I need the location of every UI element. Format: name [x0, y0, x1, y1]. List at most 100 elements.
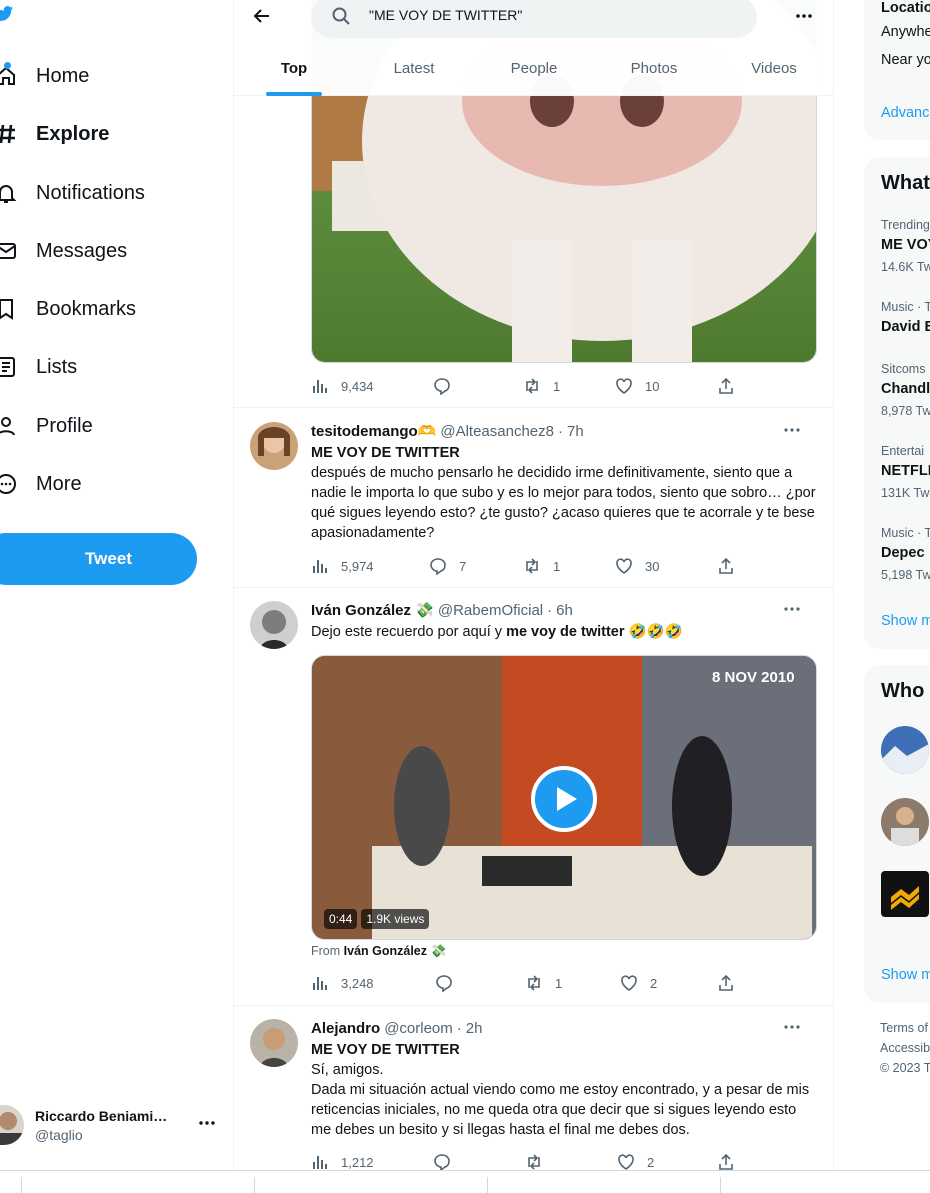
tweet-more-icon[interactable] [783, 421, 801, 439]
tweet-author-handle[interactable]: @RabemOficial [438, 602, 543, 619]
advanced-search-link[interactable]: Advanc [881, 105, 929, 121]
nav-bookmarks-label: Bookmarks [36, 297, 137, 320]
nav-messages[interactable]: Messages [0, 231, 127, 271]
account-more-icon[interactable] [198, 1114, 216, 1132]
notification-dot [4, 62, 11, 69]
views-count: 5,974 [341, 558, 374, 574]
tweet-timestamp[interactable]: 6h [556, 602, 573, 619]
share-button[interactable] [717, 974, 735, 992]
tweet-author-handle[interactable]: @Alteasanchez8 [440, 423, 554, 440]
tweet[interactable]: tesitodemango🫶 @Alteasanchez8 · 7h ME VO… [234, 409, 833, 588]
nav-more-label: More [36, 472, 82, 495]
views-button[interactable]: 3,248 [311, 974, 374, 992]
trend-count: 5,198 Tw [881, 568, 930, 582]
retweet-button[interactable]: 1 [523, 377, 560, 395]
like-button[interactable]: 2 [617, 1153, 654, 1171]
suggested-user-avatar[interactable] [881, 871, 929, 917]
like-button[interactable]: 10 [615, 377, 659, 395]
tweet[interactable]: Iván González 💸 @RabemOficial · 6h Dejo … [234, 589, 833, 1006]
play-button[interactable] [531, 766, 597, 832]
tweet-author-name[interactable]: tesitodemango🫶 [311, 422, 436, 440]
share-button[interactable] [717, 1153, 735, 1171]
like-count: 2 [647, 1154, 655, 1170]
trend-context: Sitcoms [881, 362, 926, 376]
retweet-button[interactable] [525, 1153, 555, 1171]
list-icon [0, 355, 18, 379]
tab-people[interactable]: People [474, 52, 594, 96]
reply-button[interactable] [433, 377, 463, 395]
nav-notifications[interactable]: Notifications [0, 173, 145, 213]
tab-photos[interactable]: Photos [594, 52, 714, 96]
retweet-button[interactable]: 1 [525, 974, 562, 992]
video-source-name[interactable]: Iván González 💸 [344, 944, 446, 958]
nav-home[interactable]: Home [0, 56, 89, 96]
retweet-icon [525, 974, 543, 992]
tweet-author-name[interactable]: Alejandro [311, 1020, 380, 1037]
tweet[interactable]: Alejandro @corleom · 2h ME VOY DE TWITTE… [234, 1007, 833, 1192]
footer-accessibility-link[interactable]: Accessib [880, 1041, 930, 1055]
nav-lists[interactable]: Lists [0, 347, 77, 387]
tab-videos[interactable]: Videos [714, 52, 833, 96]
tweet-actions: 3,248 1 2 [311, 974, 741, 994]
user-avatar[interactable] [250, 422, 298, 470]
nav-explore[interactable]: Explore [0, 114, 109, 154]
reply-button[interactable]: 7 [429, 557, 466, 575]
search-input[interactable]: "ME VOY DE TWITTER" [311, 0, 757, 38]
like-count: 10 [645, 378, 660, 394]
nav-profile-label: Profile [36, 414, 93, 437]
tweet-timestamp[interactable]: 7h [567, 423, 584, 440]
more-circle-icon [0, 472, 18, 496]
tweet-timestamp[interactable]: 2h [466, 1020, 483, 1037]
tab-top[interactable]: Top [234, 52, 354, 96]
nav-more[interactable]: More [0, 464, 82, 504]
views-button[interactable]: 5,974 [311, 557, 374, 575]
views-icon [311, 557, 329, 575]
share-button[interactable] [717, 557, 735, 575]
trend-context: Trending [881, 218, 930, 232]
nav-bookmarks[interactable]: Bookmarks [0, 289, 136, 329]
twitter-logo-icon[interactable] [0, 4, 14, 24]
retweet-button[interactable]: 1 [523, 557, 560, 575]
views-count: 1,212 [341, 1154, 374, 1170]
like-button[interactable]: 2 [620, 974, 657, 992]
nav-profile[interactable]: Profile [0, 406, 93, 446]
reply-button[interactable] [433, 1153, 463, 1171]
footer-terms-link[interactable]: Terms of [880, 1021, 928, 1035]
tweet-more-icon[interactable] [783, 600, 801, 618]
like-button[interactable]: 30 [615, 557, 659, 575]
who-to-follow-title: Who [881, 680, 925, 702]
tweet-title: ME VOY DE TWITTER [311, 445, 460, 461]
tweet-button[interactable]: Tweet [0, 533, 197, 585]
tweet-author-handle[interactable]: @corleom [384, 1020, 453, 1037]
trend-context: Music · T [881, 526, 930, 540]
trends-title: What [881, 172, 930, 194]
suggested-user-avatar[interactable] [881, 798, 929, 846]
suggested-user-avatar[interactable] [881, 726, 929, 774]
trend-name: ME VOY [881, 237, 930, 253]
location-near-you-option[interactable]: Near yo [881, 52, 930, 68]
user-avatar[interactable] [250, 1019, 298, 1067]
trends-show-more-link[interactable]: Show m [881, 613, 930, 629]
share-button[interactable] [717, 377, 735, 395]
bottom-divider [254, 1177, 255, 1193]
search-settings-more-icon[interactable] [794, 6, 814, 26]
back-arrow-icon[interactable] [252, 6, 272, 26]
tab-latest[interactable]: Latest [354, 52, 474, 96]
tweet-more-icon[interactable] [783, 1018, 801, 1036]
tweet-video[interactable]: 8 NOV 2010 0:44 1.9K views [311, 655, 817, 940]
tab-people-label: People [510, 60, 558, 77]
location-anywhere-option[interactable]: Anywhe [881, 24, 930, 40]
user-avatar[interactable] [250, 601, 298, 649]
tweet-time-separator: · [456, 1019, 462, 1037]
share-icon [717, 974, 735, 992]
tweet-actions: 5,974 7 1 30 [311, 557, 741, 577]
trend-name: Depec [881, 545, 925, 561]
reply-button[interactable] [435, 974, 465, 992]
account-switcher[interactable]: Riccardo Beniami… @taglio [0, 1102, 216, 1148]
tweet-author-name[interactable]: Iván González 💸 [311, 601, 434, 619]
views-button[interactable]: 9,434 [311, 377, 374, 395]
who-to-follow-show-more-link[interactable]: Show m [881, 967, 930, 983]
trend-count: 14.6K Tw [881, 260, 930, 274]
views-button[interactable]: 1,212 [311, 1153, 374, 1171]
heart-icon [615, 377, 633, 395]
